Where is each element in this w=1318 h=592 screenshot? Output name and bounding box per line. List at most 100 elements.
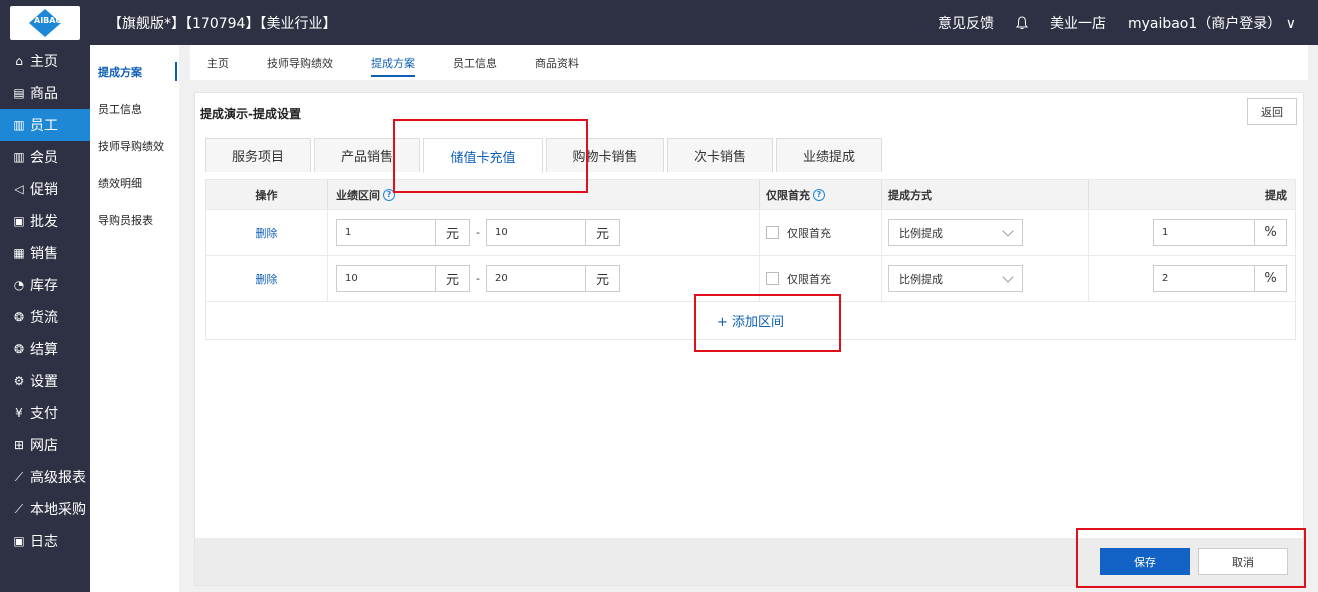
- sidebar-item-staff[interactable]: ▥ 员工: [0, 109, 90, 141]
- method-select[interactable]: 比例提成: [888, 265, 1023, 292]
- sidebar-item-label: 商品: [30, 86, 58, 102]
- store-switcher[interactable]: 美业一店: [1050, 13, 1106, 33]
- sidebar-item-label: 结算: [30, 342, 58, 358]
- line-chart-icon: ⟋: [14, 469, 24, 484]
- bell-icon[interactable]: [1015, 16, 1028, 30]
- top-right-nav: 意见反馈 美业一店 myaibao1（商户登录） ∨: [938, 13, 1296, 33]
- logo-badge: AIBAO: [10, 6, 80, 40]
- header-first-only: 仅限首充?: [760, 180, 882, 209]
- sidebar-item-settings[interactable]: ⚙ 设置: [0, 365, 90, 397]
- feedback-link[interactable]: 意见反馈: [938, 13, 994, 33]
- sidebar-item-label: 网店: [30, 438, 58, 454]
- commission-input[interactable]: 2: [1153, 265, 1255, 292]
- sidebar-item-logistics[interactable]: ❂ 货流: [0, 301, 90, 333]
- sidebar-item-label: 本地采购: [30, 502, 86, 518]
- commission-input[interactable]: 1: [1153, 219, 1255, 246]
- sidebar-item-label: 促销: [30, 182, 58, 198]
- log-icon: ▣: [13, 534, 25, 548]
- tab-home[interactable]: 主页: [207, 45, 229, 80]
- sidebar-item-label: 员工: [30, 118, 58, 134]
- method-select[interactable]: 比例提成: [888, 219, 1023, 246]
- staff-icon: ▥: [13, 118, 25, 132]
- sidebar-item-settlement[interactable]: ❂ 结算: [0, 333, 90, 365]
- range-from-input[interactable]: 1: [336, 219, 436, 246]
- first-only-label: 仅限首充: [787, 272, 831, 286]
- tab-product-info[interactable]: 商品资料: [535, 45, 579, 80]
- pie-icon: ◔: [13, 278, 25, 292]
- page-tabs: 主页 技师导购绩效 提成方案 员工信息 商品资料: [190, 45, 1308, 80]
- unit-label: 元: [436, 265, 470, 292]
- sidebar-item-label: 高级报表: [30, 470, 86, 486]
- chevron-down-icon: [1002, 225, 1014, 237]
- subnav-guide-report[interactable]: 导购员报表: [90, 201, 179, 238]
- range-to-input[interactable]: 10: [485, 219, 586, 246]
- sidebar-item-webstore[interactable]: ⊞ 网店: [0, 429, 90, 461]
- op-cell: 删除: [206, 210, 328, 255]
- tab-performance-commission[interactable]: 业绩提成: [776, 138, 882, 172]
- gear-icon: ⚙: [13, 374, 25, 388]
- tab-staff-info[interactable]: 员工信息: [453, 45, 497, 80]
- header-first-label: 仅限首充: [766, 188, 810, 202]
- table-row: 删除 1元 - 10 元 仅限首充 比例提成 1%: [206, 209, 1295, 255]
- yen-icon: ¥: [15, 406, 23, 420]
- sidebar-item-label: 设置: [30, 374, 58, 390]
- sidebar-item-advanced-reports[interactable]: ⟋ 高级报表: [0, 461, 90, 493]
- edition-title: 【旗舰版*】【170794】【美业行业】: [108, 16, 337, 32]
- sidebar-item-sales[interactable]: ▦ 销售: [0, 237, 90, 269]
- subnav-staff-info[interactable]: 员工信息: [90, 90, 179, 127]
- tab-tech-performance[interactable]: 技师导购绩效: [267, 45, 333, 80]
- first-only-checkbox[interactable]: [766, 272, 779, 285]
- first-only-checkbox[interactable]: [766, 226, 779, 239]
- range-from-input[interactable]: 10: [336, 265, 436, 292]
- sidebar-item-promotion[interactable]: ◁ 促销: [0, 173, 90, 205]
- sidebar-item-label: 会员: [30, 150, 58, 166]
- subnav-performance-detail[interactable]: 绩效明细: [90, 164, 179, 201]
- op-cell: 删除: [206, 256, 328, 301]
- delete-link[interactable]: 删除: [256, 271, 278, 287]
- sidebar-item-wholesale[interactable]: ▣ 批发: [0, 205, 90, 237]
- header-operation: 操作: [206, 180, 328, 209]
- tab-commission-plan[interactable]: 提成方案: [371, 45, 415, 80]
- sidebar-item-home[interactable]: ⌂ 主页: [0, 45, 90, 77]
- tab-service-items[interactable]: 服务项目: [205, 138, 311, 172]
- sidebar-item-label: 日志: [30, 534, 58, 550]
- sidebar-item-label: 货流: [30, 310, 58, 326]
- sidebar-item-payment[interactable]: ¥ 支付: [0, 397, 90, 429]
- help-icon[interactable]: ?: [813, 188, 825, 201]
- sidebar-item-goods[interactable]: ▤ 商品: [0, 77, 90, 109]
- delete-link[interactable]: 删除: [256, 225, 278, 241]
- unit-label: 元: [585, 265, 620, 292]
- main-sidebar: ⌂ 主页 ▤ 商品 ▥ 员工 ▥ 会员 ◁ 促销 ▣ 批发 ▦ 销售 ◔ 库存 ❂ 货流 ❂ 结算 …: [0, 45, 90, 592]
- top-bar: AIBAO 【旗舰版*】【170794】【美业行业】 意见反馈 美业一店 mya…: [0, 0, 1318, 45]
- percent-label: %: [1255, 219, 1287, 246]
- method-cell: 比例提成: [882, 256, 1089, 301]
- subnav-tech-performance[interactable]: 技师导购绩效: [90, 127, 179, 164]
- sidebar-item-label: 支付: [30, 406, 58, 422]
- member-icon: ▥: [13, 150, 25, 164]
- percent-label: %: [1255, 265, 1287, 292]
- sidebar-item-inventory[interactable]: ◔ 库存: [0, 269, 90, 301]
- range-dash: -: [476, 226, 480, 239]
- wholesale-icon: ▣: [13, 214, 25, 228]
- sidebar-item-label: 批发: [30, 214, 58, 230]
- first-only-cell: 仅限首充: [760, 210, 882, 255]
- sidebar-item-label: 销售: [30, 246, 58, 262]
- range-to-input[interactable]: 20: [485, 265, 586, 292]
- sidebar-item-label: 主页: [30, 54, 58, 70]
- tab-count-card-sales[interactable]: 次卡销售: [667, 138, 773, 172]
- first-only-label: 仅限首充: [787, 226, 831, 240]
- sidebar-item-member[interactable]: ▥ 会员: [0, 141, 90, 173]
- sidebar-item-log[interactable]: ▣ 日志: [0, 525, 90, 557]
- subnav-commission-plan[interactable]: 提成方案: [90, 53, 179, 90]
- user-menu[interactable]: myaibao1（商户登录） ∨: [1128, 13, 1296, 33]
- back-button[interactable]: 返回: [1247, 98, 1297, 125]
- logistics-icon: ❂: [13, 310, 25, 324]
- highlight-box-tab: [393, 119, 588, 193]
- unit-label: 元: [436, 219, 470, 246]
- chevron-down-icon: [1002, 271, 1014, 283]
- header-range-label: 业绩区间: [336, 188, 380, 202]
- logo[interactable]: AIBAO: [0, 0, 90, 45]
- sidebar-item-local-purchase[interactable]: ⟋ 本地采购: [0, 493, 90, 525]
- unit-label: 元: [585, 219, 620, 246]
- sub-sidebar: 提成方案 员工信息 技师导购绩效 绩效明细 导购员报表: [90, 45, 179, 592]
